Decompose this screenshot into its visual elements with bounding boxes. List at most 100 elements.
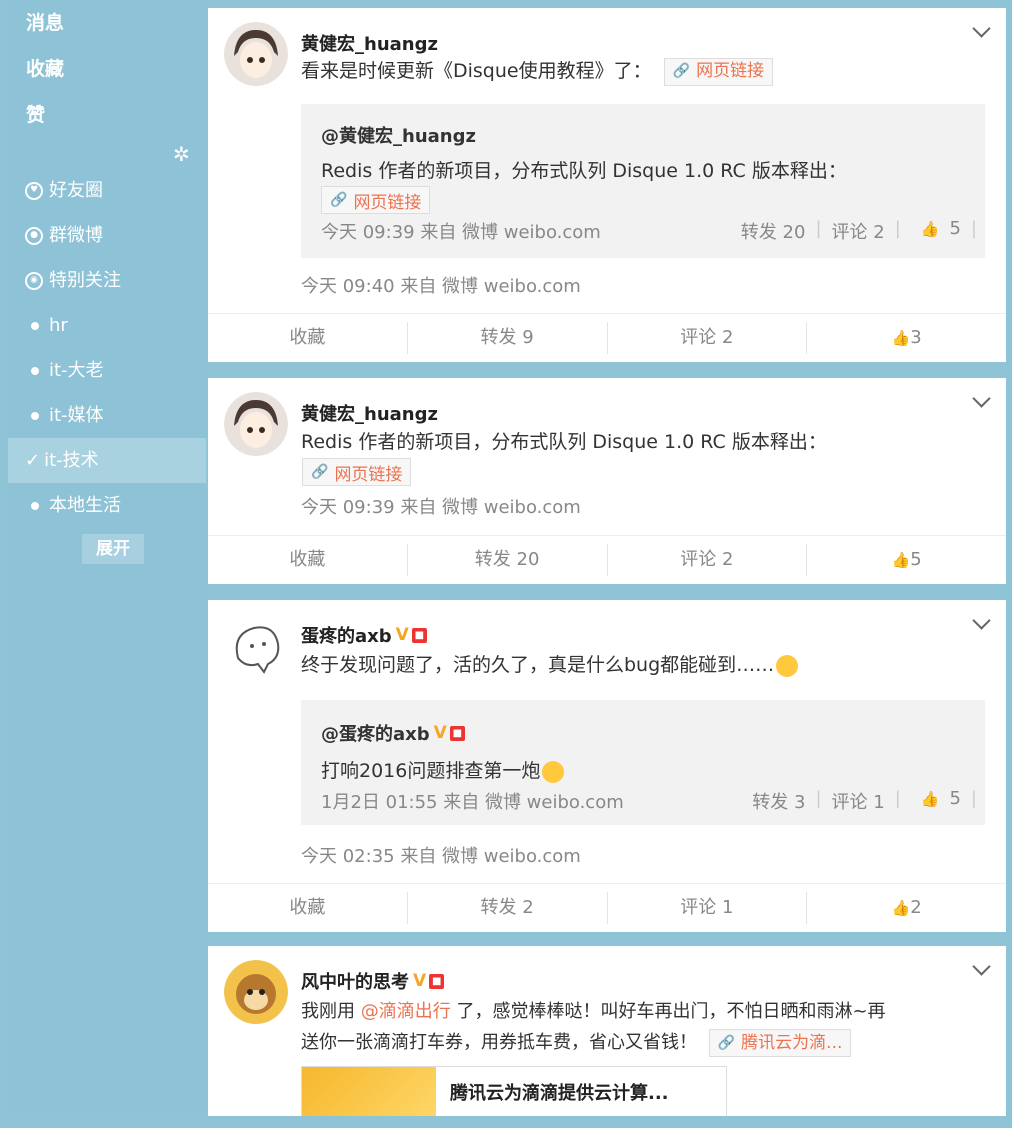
verified-icon: V <box>395 625 409 645</box>
post-author[interactable]: 风中叶的思考 V ■ <box>301 968 445 994</box>
feed-post: 黄健宏_huangz Redis 作者的新项目，分布式队列 Disque 1.0… <box>208 378 1006 584</box>
vip-icon: ■ <box>449 725 465 741</box>
post-meta: 今天 02:35 来自 微博 weibo.com <box>301 846 581 867</box>
like-button[interactable]: 👍2 <box>807 892 1006 924</box>
sidebar-group-list: ♥ 好友圈 ● 群微博 ◉ 特别关注 hr it-大老 it-媒体 ✓ it-技… <box>8 168 206 564</box>
quoted-meta: 今天 09:39 来自 微博 weibo.com <box>321 222 601 243</box>
like-button[interactable]: 👍3 <box>807 322 1006 354</box>
web-link[interactable]: 🔗 网页链接 <box>663 57 774 86</box>
expand-button[interactable]: 展开 <box>82 534 144 564</box>
sidebar-item-label: it-技术 <box>44 450 99 471</box>
quoted-post: @黄健宏_huangz Redis 作者的新项目，分布式队列 Disque 1.… <box>301 104 985 258</box>
comment-button[interactable]: 评论 1 <box>608 892 808 924</box>
dot-icon <box>31 501 39 510</box>
comment-button[interactable]: 评论 2 <box>608 322 808 354</box>
post-author[interactable]: 黄健宏_huangz <box>301 400 438 426</box>
link-preview-card[interactable]: 腾讯云为滴滴提供云计算... <box>301 1066 727 1116</box>
feed-post: 黄健宏_huangz 看来是时候更新《Disque使用教程》了： 🔗 网页链接 @… <box>208 8 1006 362</box>
post-actions: 收藏 转发 9 评论 2 👍3 <box>208 313 1006 362</box>
post-author[interactable]: 蛋疼的axb V ■ <box>301 622 427 648</box>
chevron-down-icon[interactable] <box>972 957 991 976</box>
web-link-label: 网页链接 <box>334 464 403 485</box>
sidebar-item-it-tech[interactable]: ✓ it-技术 <box>8 438 206 483</box>
quoted-meta: 1月2日 01:55 来自 微博 weibo.com <box>321 792 624 813</box>
post-text-content: 看来是时候更新《Disque使用教程》了： <box>301 60 652 82</box>
comment-button[interactable]: 评论 2 <box>608 544 808 576</box>
quoted-text: 打响2016问题排查第一炮 <box>321 756 565 783</box>
check-icon: ✓ <box>25 450 41 471</box>
sidebar-item-favorites[interactable]: 收藏 <box>26 46 206 92</box>
repost-button[interactable]: 转发 20 <box>408 544 608 576</box>
gear-icon[interactable]: ✲ <box>173 142 190 166</box>
repost-button[interactable]: 转发 2 <box>408 892 608 924</box>
web-link-label: 网页链接 <box>696 61 765 81</box>
sidebar-item-messages[interactable]: 消息 <box>26 0 206 46</box>
sidebar-top: 消息 收藏 赞 <box>8 0 206 138</box>
sidebar-item-it-bigshot[interactable]: it-大老 <box>8 348 206 393</box>
quoted-repost[interactable]: 转发 3 <box>752 788 805 814</box>
web-link[interactable]: 🔗 网页链接 <box>321 186 431 214</box>
avatar[interactable] <box>224 22 288 86</box>
link-icon: 🔗 <box>672 63 691 79</box>
sidebar-item-it-media[interactable]: it-媒体 <box>8 393 206 438</box>
post-actions: 收藏 转发 20 评论 2 👍5 <box>208 535 1006 584</box>
quoted-author-name: @蛋疼的axb <box>321 724 430 745</box>
sidebar-item-hr[interactable]: hr <box>8 303 206 348</box>
sidebar-item-group-weibo[interactable]: ● 群微博 <box>8 213 206 258</box>
people-circle-icon: ● <box>25 226 43 245</box>
sidebar-item-label: 好友圈 <box>49 180 103 201</box>
repost-button[interactable]: 转发 9 <box>408 322 608 354</box>
like-button[interactable]: 👍5 <box>807 544 1006 576</box>
preview-title: 腾讯云为滴滴提供云计算... <box>450 1083 669 1104</box>
post-meta: 今天 09:40 来自 微博 weibo.com <box>301 276 581 297</box>
sidebar-item-special-follow[interactable]: ◉ 特别关注 <box>8 258 206 303</box>
divider: | <box>894 788 901 809</box>
post-link-wrap: 🔗 网页链接 <box>296 458 412 486</box>
quoted-comment[interactable]: 评论 2 <box>832 218 885 244</box>
web-link[interactable]: 🔗 腾讯云为滴... <box>708 1029 852 1057</box>
chevron-down-icon[interactable] <box>972 19 991 38</box>
sidebar: 消息 收藏 赞 ✲ ♥ 好友圈 ● 群微博 ◉ 特别关注 hr it-大老 it… <box>8 0 206 1115</box>
web-link-label: 腾讯云为滴... <box>741 1032 843 1053</box>
link-icon: 🔗 <box>717 1034 736 1051</box>
sidebar-item-local-life[interactable]: 本地生活 <box>8 483 206 528</box>
quoted-author[interactable]: @黄健宏_huangz <box>321 122 476 148</box>
post-author-name: 风中叶的思考 <box>301 972 409 993</box>
quoted-like[interactable]: 👍 5 <box>911 788 961 814</box>
divider: | <box>970 788 977 809</box>
favorite-button[interactable]: 收藏 <box>208 544 408 576</box>
post-text-content: 终于发现问题了，活的久了，真是什么bug都能碰到…… <box>301 654 775 676</box>
mention-link[interactable]: @滴滴出行 <box>361 1001 451 1022</box>
quoted-repost[interactable]: 转发 20 <box>741 218 806 244</box>
favorite-button[interactable]: 收藏 <box>208 322 408 354</box>
sidebar-item-likes[interactable]: 赞 <box>26 92 206 138</box>
quoted-like[interactable]: 👍 5 <box>911 218 961 244</box>
post-text: 看来是时候更新《Disque使用教程》了： 🔗 网页链接 <box>301 55 774 88</box>
eye-circle-icon: ◉ <box>25 271 43 290</box>
chevron-down-icon[interactable] <box>972 611 991 630</box>
post-author[interactable]: 黄健宏_huangz <box>301 30 438 56</box>
sidebar-item-friends-circle[interactable]: ♥ 好友圈 <box>8 168 206 213</box>
sidebar-item-label: 特别关注 <box>49 270 121 291</box>
divider: | <box>815 218 822 239</box>
favorite-button[interactable]: 收藏 <box>208 892 408 924</box>
post-text-after: 了，感觉棒棒哒！叫好车再出门，不怕日晒和雨淋~再 <box>450 1001 886 1022</box>
avatar[interactable] <box>224 614 288 678</box>
divider: | <box>815 788 822 809</box>
quoted-text: Redis 作者的新项目，分布式队列 Disque 1.0 RC 版本释出： <box>321 160 847 182</box>
web-link[interactable]: 🔗 网页链接 <box>302 458 412 486</box>
post-meta: 今天 09:39 来自 微博 weibo.com <box>301 497 581 518</box>
avatar[interactable] <box>224 392 288 456</box>
chevron-down-icon[interactable] <box>972 389 991 408</box>
post-text: 我刚用 @滴滴出行 了，感觉棒棒哒！叫好车再出门，不怕日晒和雨淋~再 <box>301 995 886 1028</box>
quoted-like-count: 5 <box>949 788 961 809</box>
sidebar-item-label: hr <box>49 315 68 336</box>
dot-icon <box>31 321 39 330</box>
vip-icon: ■ <box>429 973 445 989</box>
quoted-comment[interactable]: 评论 1 <box>832 788 885 814</box>
avatar[interactable] <box>224 960 288 1024</box>
thumbs-up-icon: 👍 <box>920 220 940 238</box>
link-icon: 🔗 <box>330 192 348 208</box>
post-text: Redis 作者的新项目，分布式队列 Disque 1.0 RC 版本释出： <box>301 431 827 453</box>
quoted-author[interactable]: @蛋疼的axb V ■ <box>321 720 465 746</box>
